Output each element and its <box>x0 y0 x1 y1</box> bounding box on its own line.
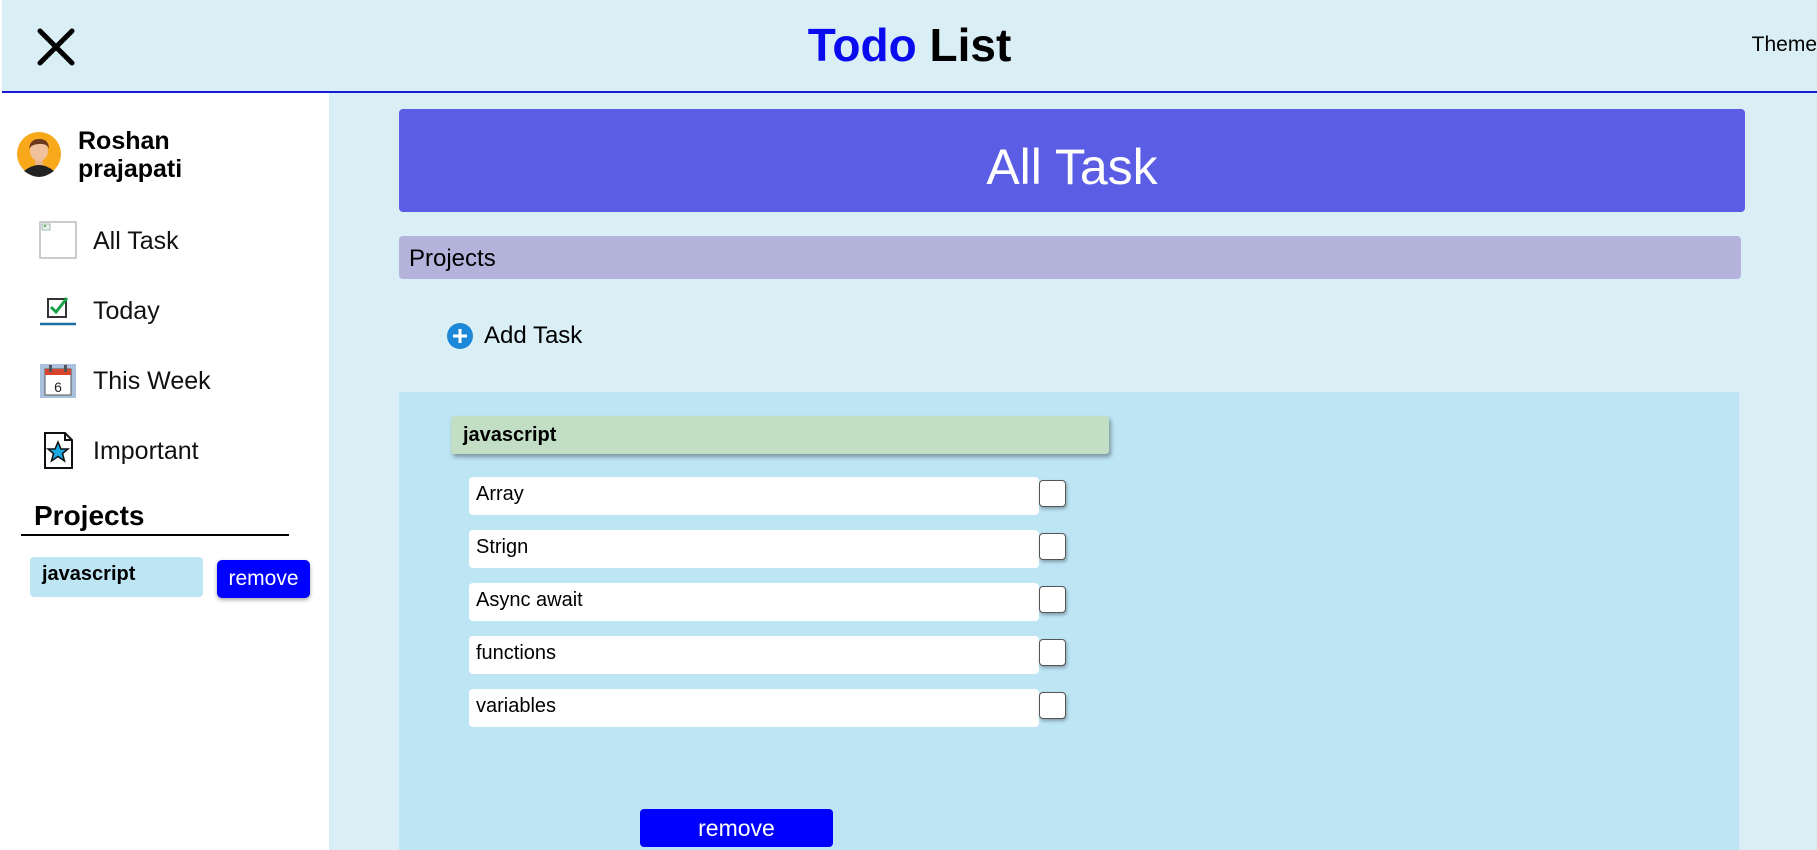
project-panel: javascript Array Strign Async await func… <box>399 392 1739 850</box>
app-title: Todo List <box>2 18 1817 72</box>
projects-bar: Projects <box>399 236 1741 279</box>
title-todo: Todo <box>807 19 917 71</box>
title-list: List <box>929 19 1012 71</box>
task-checkbox[interactable] <box>1039 692 1066 719</box>
sidebar-item-important[interactable]: Important <box>39 428 319 472</box>
task-row: functions <box>469 636 1069 676</box>
sidebar-item-label: This Week <box>93 367 211 395</box>
sidebar-item-all-task[interactable]: All Task <box>39 218 319 262</box>
task-input[interactable]: Strign <box>469 530 1039 568</box>
sidebar-item-label: Today <box>93 297 160 325</box>
task-input[interactable]: functions <box>469 636 1039 674</box>
sidebar-project-javascript[interactable]: javascript <box>30 557 203 597</box>
task-row: Array <box>469 477 1069 517</box>
app: Todo List Theme Roshan prajapati All Tas… <box>0 0 1817 850</box>
add-task-label: Add Task <box>484 322 583 349</box>
avatar <box>16 131 62 177</box>
project-title: javascript <box>451 416 1109 454</box>
sidebar-item-today[interactable]: Today <box>39 288 319 332</box>
task-input[interactable]: Async await <box>469 583 1039 621</box>
svg-text:6: 6 <box>54 379 62 395</box>
task-row: variables <box>469 689 1069 729</box>
sidebar-item-label: All Task <box>93 227 179 255</box>
task-row: Strign <box>469 530 1069 570</box>
sidebar-item-this-week[interactable]: 6 This Week <box>39 358 319 402</box>
task-row: Async await <box>469 583 1069 623</box>
user-profile: Roshan prajapati <box>16 127 316 187</box>
task-input[interactable]: variables <box>469 689 1039 727</box>
sidebar: Roshan prajapati All Task Today 6 This W… <box>2 93 329 850</box>
remove-project-button[interactable]: remove <box>217 560 310 598</box>
user-name: Roshan prajapati <box>78 127 183 183</box>
task-checkbox[interactable] <box>1039 533 1066 560</box>
projects-heading: Projects <box>21 498 289 536</box>
star-document-icon <box>39 431 77 469</box>
sidebar-item-label: Important <box>93 437 199 465</box>
task-input[interactable]: Array <box>469 477 1039 515</box>
checkbox-icon <box>39 291 77 329</box>
remove-project-button[interactable]: remove <box>640 809 833 847</box>
theme-toggle[interactable]: Theme <box>1752 33 1817 57</box>
main-content: All Task Projects Add Task javascript Ar… <box>329 93 1817 850</box>
header: Todo List Theme <box>2 0 1817 93</box>
task-checkbox[interactable] <box>1039 639 1066 666</box>
plus-circle-icon <box>446 322 474 350</box>
task-checkbox[interactable] <box>1039 480 1066 507</box>
calendar-icon: 6 <box>39 361 77 399</box>
broken-image-icon <box>39 221 77 259</box>
page-title: All Task <box>399 109 1745 212</box>
task-checkbox[interactable] <box>1039 586 1066 613</box>
